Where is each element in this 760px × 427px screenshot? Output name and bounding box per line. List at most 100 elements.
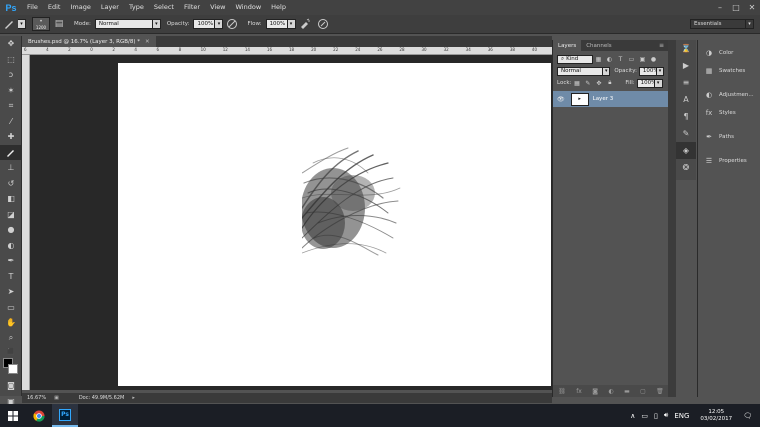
menu-layer[interactable]: Layer [96,0,124,15]
blend-mode-dropdown-arrow[interactable]: ▾ [603,66,611,76]
swatches-panel-item[interactable]: ▦ Swatches [698,62,760,80]
menu-edit[interactable]: Edit [43,0,66,15]
mode-select[interactable]: Normal [94,19,153,29]
add-mask-icon[interactable]: ◙ [592,388,598,395]
history-panel-icon[interactable]: ⌛ [676,40,696,57]
close-button[interactable]: ✕ [744,0,760,15]
status-menu-arrow-icon[interactable]: ▸ [132,395,135,401]
new-adjustment-icon[interactable]: ◐ [608,388,613,395]
lock-transparent-icon[interactable]: ▦ [573,79,581,87]
adjustments-panel-item[interactable]: ◐ Adjustmen... [698,86,760,104]
filter-smart-object-icon[interactable]: ▣ [639,55,647,63]
notifications-icon[interactable]: 🗨︎ [743,412,752,420]
tab-layers[interactable]: Layers [553,40,582,51]
layer-name[interactable]: Layer 3 [593,96,614,102]
character-panel-icon[interactable]: A [676,91,696,108]
workspace-select[interactable]: Essentials [690,19,746,29]
clone-stamp-tool-icon[interactable]: ⊥ [0,160,22,176]
pen-tool-icon[interactable]: ✒ [0,253,22,269]
language-indicator[interactable]: ENG [674,412,689,420]
flow-dropdown-arrow[interactable]: ▾ [287,19,296,29]
link-layers-icon[interactable]: ⛓︎ [558,388,566,395]
network-icon[interactable]: ▭ [641,412,648,420]
fill-dropdown-arrow[interactable]: ▾ [654,78,663,88]
menu-window[interactable]: Window [231,0,267,15]
volume-icon[interactable]: 🔊︎ [664,411,668,420]
color-panel-item[interactable]: ◑ Color [698,44,760,62]
menu-help[interactable]: Help [266,0,291,15]
status-export-icon[interactable]: ▣ [54,395,59,401]
paragraph-panel-icon[interactable]: ¶ [676,108,696,125]
filter-pixel-icon[interactable]: ▦ [595,55,603,63]
marquee-tool-icon[interactable]: ⬚ [0,52,22,68]
default-colors-icon[interactable]: ⬛ [0,346,22,356]
opacity-input[interactable]: 100% [193,19,216,29]
tab-channels[interactable]: Channels [581,40,616,51]
menu-filter[interactable]: Filter [179,0,205,15]
properties-panel-item[interactable]: ☰ Properties [698,152,760,170]
history-brush-tool-icon[interactable]: ↺ [0,176,22,192]
layer-opacity-input[interactable]: 100% [638,66,659,76]
styles-panel-item[interactable]: fx Styles [698,104,760,122]
chrome-icon[interactable] [26,404,52,427]
background-color-swatch[interactable] [8,364,18,374]
paint-bucket-tool-icon[interactable]: ◪ [0,207,22,223]
brush-picker[interactable]: • 1200 [32,17,50,31]
new-group-icon[interactable]: ▬ [624,388,630,395]
filter-shape-icon[interactable]: ▭ [628,55,636,63]
zoom-level[interactable]: 16.67% [27,395,46,401]
hand-tool-icon[interactable]: ✋ [0,315,22,331]
filter-type-icon[interactable]: T [617,55,625,63]
paths-panel-item[interactable]: ✒ Paths [698,128,760,146]
path-selection-tool-icon[interactable]: ➤ [0,284,22,300]
visibility-eye-icon[interactable]: 👁︎ [557,96,565,103]
new-layer-icon[interactable]: ▢ [640,388,646,395]
lock-all-icon[interactable]: 🔒︎ [606,79,614,87]
magic-wand-tool-icon[interactable]: ✶ [0,83,22,99]
zoom-tool-icon[interactable]: ⌕ [0,331,22,347]
clock[interactable]: 12:05 03/02/2017 [700,409,732,423]
windows-start-icon[interactable] [0,404,26,427]
rectangle-tool-icon[interactable]: ▭ [0,300,22,316]
layer-opacity-dropdown-arrow[interactable]: ▾ [656,66,664,76]
menu-type[interactable]: Type [124,0,149,15]
actions-panel-icon[interactable]: ▶ [676,57,696,74]
layers-strip-icon[interactable]: ◈ [676,142,696,159]
lock-position-icon[interactable]: ✥ [595,79,603,87]
3d-panel-icon[interactable]: ❂ [676,159,696,176]
dodge-tool-icon[interactable]: ◐ [0,238,22,254]
type-tool-icon[interactable]: T [0,269,22,285]
healing-brush-tool-icon[interactable]: ✚ [0,129,22,145]
blend-mode-select[interactable]: Normal [557,66,604,76]
blur-tool-icon[interactable]: ● [0,222,22,238]
menu-view[interactable]: View [205,0,230,15]
photoshop-taskbar-icon[interactable]: Ps [52,404,78,427]
brush-tool-icon[interactable] [0,144,22,160]
filter-toggle-icon[interactable]: ● [650,55,658,63]
document-canvas[interactable] [118,63,551,386]
battery-icon[interactable]: ▯ [654,412,658,420]
eraser-tool-icon[interactable]: ◧ [0,191,22,207]
tool-presets-icon[interactable]: ✎ [676,125,696,142]
menu-file[interactable]: File [22,0,43,15]
menu-select[interactable]: Select [149,0,179,15]
tool-preset-dropdown[interactable]: ▾ [18,19,26,29]
layer-row[interactable]: 👁︎ ▸ Layer 3 [553,91,668,107]
brush-tool-preset-icon[interactable] [3,18,15,30]
delete-layer-icon[interactable]: 🗑︎ [656,388,664,395]
fill-input[interactable]: 100% [636,78,656,88]
lasso-tool-icon[interactable]: ↄ [0,67,22,83]
tray-expand-icon[interactable]: ∧ [630,412,635,420]
pressure-size-icon[interactable] [317,18,329,30]
eyedropper-tool-icon[interactable]: ⁄ [0,114,22,130]
menu-image[interactable]: Image [65,0,95,15]
layer-style-icon[interactable]: fx [576,388,582,395]
workspace-dropdown-arrow[interactable]: ▾ [746,19,754,29]
flow-input[interactable]: 100% [265,19,288,29]
doc-info[interactable]: Doc: 49.9M/5.62M [79,395,125,401]
pressure-opacity-icon[interactable] [226,18,238,30]
opacity-dropdown-arrow[interactable]: ▾ [215,19,224,29]
panel-menu-icon[interactable]: ≡ [659,42,664,49]
move-tool-icon[interactable]: ✥ [0,36,22,52]
crop-tool-icon[interactable]: ⌗ [0,98,22,114]
